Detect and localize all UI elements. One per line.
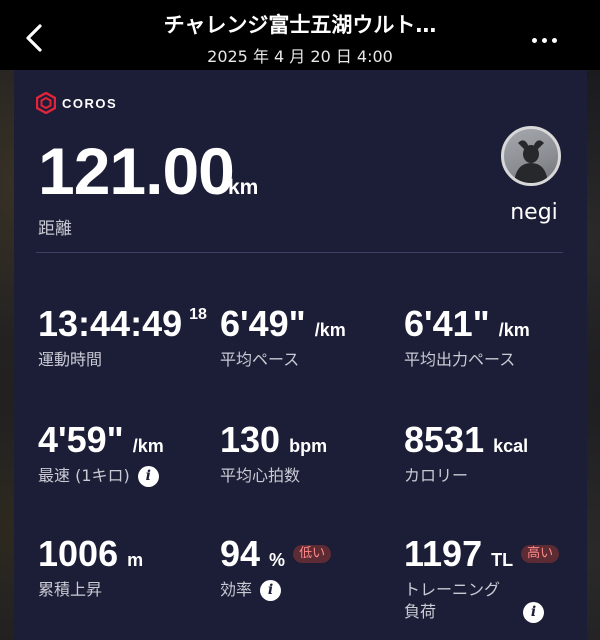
stat-label: カロリー (404, 466, 469, 485)
stat-unit: m (127, 550, 144, 570)
distance-label: 距離 (38, 219, 72, 239)
stat-value: 6'49" (220, 303, 306, 344)
brand-name: COROS (62, 95, 118, 111)
stat-value: 4'59" (38, 419, 124, 460)
more-dots-icon (531, 37, 537, 43)
back-button[interactable] (18, 20, 50, 56)
stat-label: 運動時間 (38, 350, 103, 369)
stat-value: 8531 (404, 419, 485, 460)
stat-value: 1197 (404, 533, 483, 574)
top-bar: チャレンジ富士五湖ウルト… 2025 年 4 月 20 日 4:00 (0, 0, 600, 70)
stat-value: 13:44:49 (38, 303, 183, 344)
back-chevron-icon (26, 24, 42, 52)
stat-calories: 8531 kcal カロリー (404, 420, 528, 487)
stat-elevation-gain: 1006 m 累積上昇 (38, 534, 143, 601)
avatar[interactable] (501, 126, 561, 186)
distance-unit: km (228, 176, 259, 199)
stat-unit: 18 (189, 306, 207, 323)
coros-logo-icon (36, 92, 56, 114)
stat-value: 6'41" (404, 303, 490, 344)
info-icon[interactable]: i (137, 465, 159, 487)
stat-value: 130 (220, 419, 281, 460)
stat-training-load: 1197 TL 高い トレーニング 負荷 i (404, 533, 560, 623)
activity-summary-card: COROS 121.00 km 距離 negi 13:44:49 18 運動時間… (14, 70, 587, 640)
stat-label: トレーニング (404, 580, 501, 599)
status-badge: 高い (521, 545, 560, 563)
activity-date: 2025 年 4 月 20 日 4:00 (207, 47, 393, 66)
distance-value: 121.00 (38, 134, 235, 208)
stat-label: 効率 (220, 580, 253, 599)
brand-logo: COROS (36, 92, 117, 114)
stat-label: 負荷 (404, 602, 437, 621)
stat-label: 最速 (1キロ) (38, 466, 130, 485)
stat-fastest-km: 4'59" /km 最速 (1キロ) i (38, 420, 164, 487)
stat-avg-power-pace: 6'41" /km 平均出力ペース (404, 304, 530, 371)
more-options-button[interactable] (522, 26, 566, 54)
stat-unit: % (269, 550, 286, 570)
divider (36, 252, 563, 253)
info-icon[interactable]: i (260, 579, 282, 601)
stat-avg-pace: 6'49" /km 平均ペース (220, 304, 346, 371)
stat-unit: /km (498, 320, 530, 340)
stat-unit: kcal (493, 436, 529, 456)
stat-label: 平均出力ペース (404, 350, 516, 369)
stat-label: 累積上昇 (38, 580, 103, 599)
stat-avg-heart-rate: 130 bpm 平均心拍数 (220, 420, 327, 487)
stat-label: 平均心拍数 (220, 466, 301, 485)
avatar-photo (514, 140, 548, 183)
stat-duration: 13:44:49 18 運動時間 (38, 304, 207, 371)
stat-efficiency: 94 % 低い 効率 i (220, 533, 332, 601)
page-title: チャレンジ富士五湖ウルト… (163, 13, 437, 37)
username: negi (510, 200, 558, 225)
stat-unit: bpm (289, 436, 328, 456)
stat-label: 平均ペース (220, 350, 300, 369)
stat-unit: /km (132, 436, 164, 456)
stat-value: 1006 (38, 533, 119, 574)
stat-value: 94 (220, 533, 261, 574)
stat-unit: /km (314, 320, 346, 340)
info-icon[interactable]: i (523, 601, 544, 623)
status-badge: 低い (293, 545, 332, 563)
stat-unit: TL (491, 550, 514, 570)
